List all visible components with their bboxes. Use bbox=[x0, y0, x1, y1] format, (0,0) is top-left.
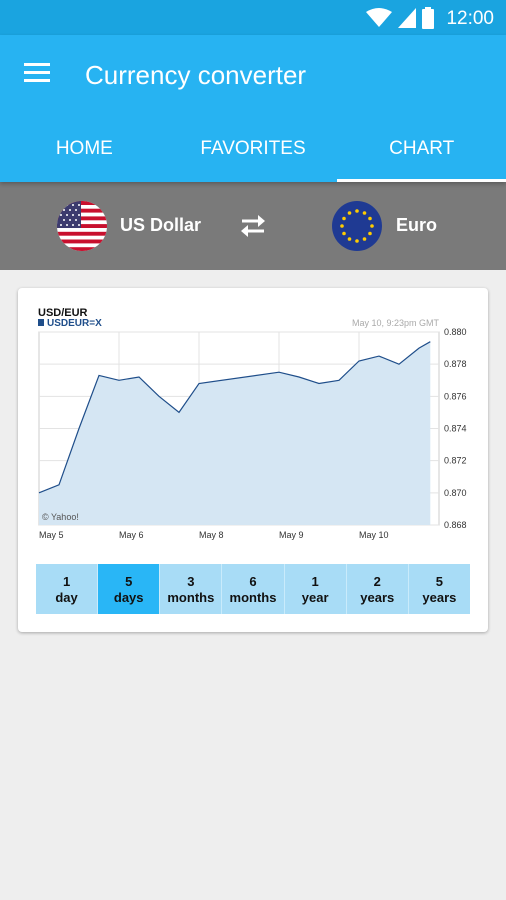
chart-timestamp: May 10, 9:23pm GMT bbox=[352, 318, 440, 328]
to-currency-label[interactable]: Euro bbox=[396, 215, 437, 236]
app-bar: Currency converter HOME FAVORITES CHART bbox=[0, 35, 506, 182]
wifi-icon bbox=[366, 8, 392, 27]
y-tick-label: 0.872 bbox=[444, 456, 467, 466]
range-1-year-button[interactable]: 1 year bbox=[284, 564, 347, 614]
status-time: 12:00 bbox=[446, 8, 494, 29]
eu-flag-icon[interactable] bbox=[332, 201, 382, 251]
range-3-months-button[interactable]: 3 months bbox=[160, 564, 223, 614]
y-tick-label: 0.870 bbox=[444, 488, 467, 498]
eu-star bbox=[355, 239, 359, 243]
eu-star bbox=[342, 216, 346, 221]
legend-swatch bbox=[38, 319, 44, 326]
tab-chart[interactable]: CHART bbox=[337, 127, 506, 182]
chart-credit: © Yahoo! bbox=[42, 512, 79, 522]
range-2-years-button[interactable]: 2 years bbox=[346, 564, 409, 614]
eu-star bbox=[340, 224, 344, 228]
time-range-selector: 1 day 5 days 3 months 6 months 1 year 2 years … bbox=[36, 564, 470, 614]
eu-star bbox=[342, 231, 346, 236]
range-1-day-button[interactable]: 1 day bbox=[36, 564, 99, 614]
range-5-days-button[interactable]: 5 days bbox=[98, 564, 161, 614]
eu-star bbox=[368, 231, 372, 236]
x-tick-label: May 6 bbox=[119, 530, 144, 540]
range-6-months-button[interactable]: 6 months bbox=[222, 564, 285, 614]
status-icons bbox=[366, 6, 434, 30]
y-tick-label: 0.876 bbox=[444, 391, 467, 401]
eu-star bbox=[362, 237, 367, 241]
eu-star bbox=[370, 224, 374, 228]
eu-star bbox=[368, 216, 372, 221]
tab-favorites[interactable]: FAVORITES bbox=[169, 127, 338, 182]
exchange-rate-chart: USD/EUR USDEUR=X May 10, 9:23pm GMT 0.88… bbox=[18, 288, 488, 558]
range-5-years-button[interactable]: 5 years bbox=[408, 564, 470, 614]
eu-star bbox=[362, 211, 367, 215]
eu-star bbox=[347, 237, 352, 241]
currency-pair-bar: US Dollar Euro bbox=[0, 182, 506, 270]
battery-icon bbox=[422, 7, 434, 29]
x-tick-label: May 9 bbox=[279, 530, 304, 540]
app-title: Currency converter bbox=[85, 60, 307, 90]
swap-arrows-icon[interactable] bbox=[238, 212, 268, 240]
cell-signal-icon bbox=[398, 8, 416, 28]
us-flag-icon[interactable] bbox=[57, 201, 107, 251]
eu-star bbox=[347, 211, 352, 215]
chart-svg: USD/EUR USDEUR=X May 10, 9:23pm GMT 0.88… bbox=[38, 307, 467, 540]
y-tick-label: 0.868 bbox=[444, 520, 467, 530]
y-tick-label: 0.878 bbox=[444, 359, 467, 369]
x-tick-label: May 5 bbox=[39, 530, 64, 540]
from-currency-label[interactable]: US Dollar bbox=[120, 215, 201, 236]
x-tick-label: May 8 bbox=[199, 530, 224, 540]
hamburger-menu-icon[interactable] bbox=[24, 63, 52, 87]
chart-legend: USDEUR=X bbox=[47, 318, 102, 329]
tab-bar: HOME FAVORITES CHART bbox=[0, 127, 506, 182]
eu-star bbox=[355, 209, 359, 213]
x-tick-label: May 10 bbox=[359, 530, 389, 540]
y-tick-label: 0.874 bbox=[444, 424, 467, 434]
status-bar: 12:00 bbox=[0, 0, 506, 35]
y-tick-label: 0.880 bbox=[444, 327, 467, 337]
tab-home[interactable]: HOME bbox=[0, 127, 169, 182]
chart-card: USD/EUR USDEUR=X May 10, 9:23pm GMT 0.88… bbox=[18, 288, 488, 632]
